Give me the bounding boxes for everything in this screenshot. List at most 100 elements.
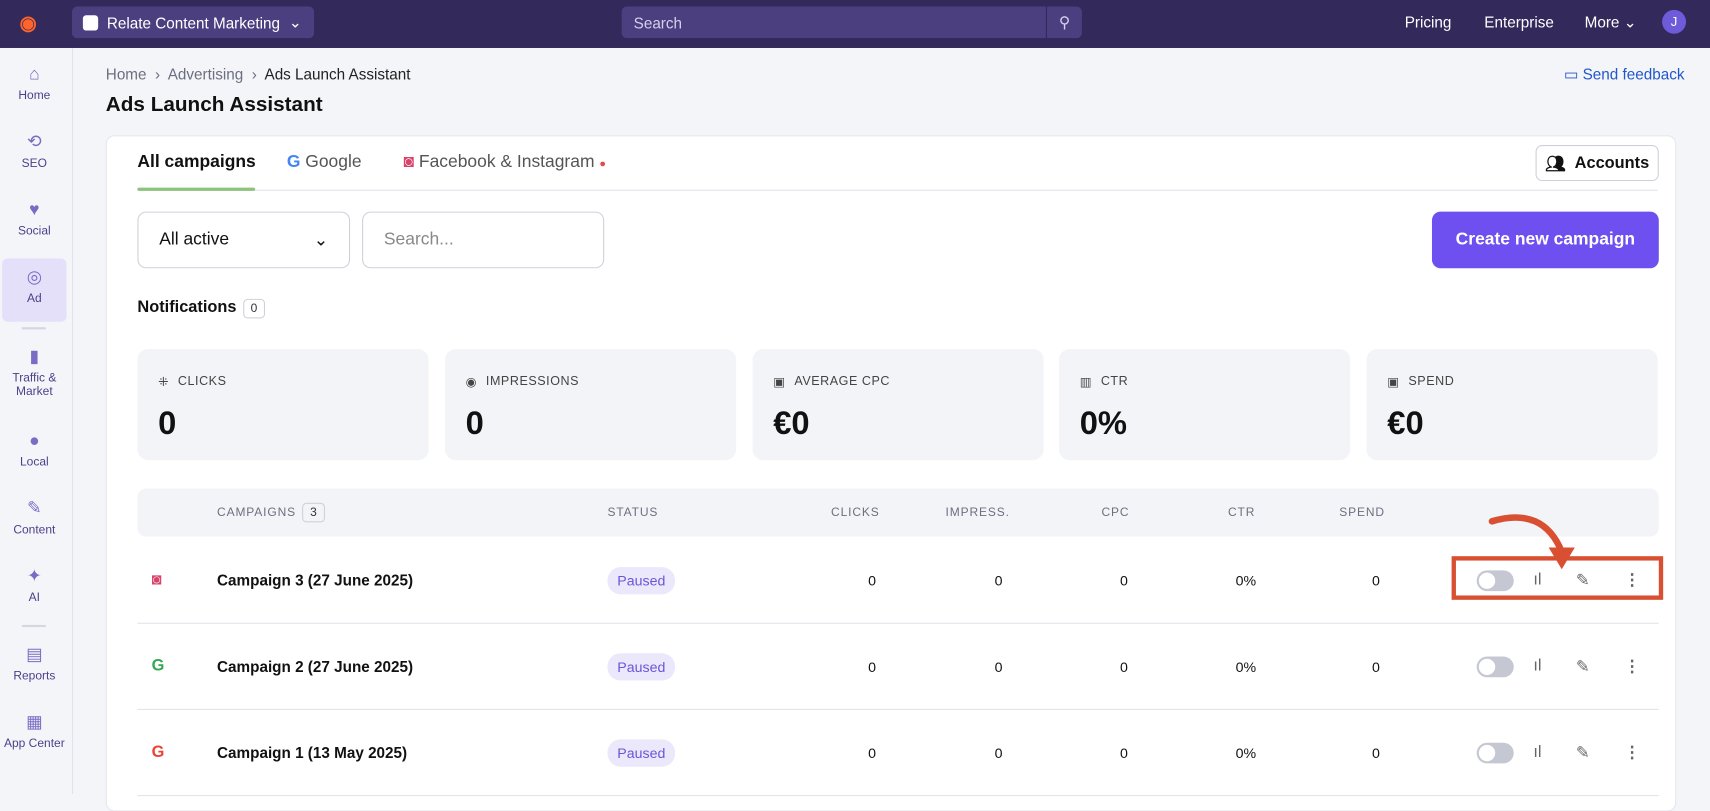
stats-icon[interactable]: ıl [1533, 743, 1541, 762]
semrush-logo-icon[interactable]: ◉ [20, 12, 37, 35]
chevron-down-icon: ⌄ [288, 13, 302, 31]
search-placeholder: Search... [383, 230, 454, 249]
nav-more[interactable]: More ⌄ [1585, 13, 1637, 32]
metric-value: €0 [1387, 405, 1424, 442]
breadcrumb-advertising[interactable]: Advertising [168, 65, 244, 82]
ctr-value: 0% [1235, 744, 1257, 762]
sidebar-item-content[interactable]: ✎ Content [2, 499, 66, 536]
table-header [137, 488, 1659, 537]
users-icon: 👥︎ [1545, 154, 1566, 173]
facebook-instagram-icon: ◙ [151, 570, 162, 589]
apps-icon: ▦ [26, 713, 43, 732]
cpc-value: 0 [1120, 744, 1128, 762]
status-badge: Paused [607, 567, 676, 595]
stats-icon[interactable]: ıl [1533, 657, 1541, 676]
clicks-value: 0 [868, 658, 877, 676]
project-selector[interactable]: Relate Content Marketing ⌄ [71, 6, 315, 39]
sidebar-item-ai[interactable]: ✦ AI [2, 567, 66, 604]
impressions-value: 0 [994, 744, 1003, 762]
sidebar-item-traffic[interactable]: ▮ Traffic & Market [2, 348, 66, 398]
accounts-button[interactable]: 👥︎ Accounts [1535, 145, 1659, 182]
edit-icon[interactable]: ✎ [1576, 743, 1590, 763]
tab-label: Facebook & Instagram [418, 152, 595, 172]
metric-label: IMPRESSIONS [485, 375, 580, 389]
sidebar-label: Home [18, 89, 51, 103]
status-filter-select[interactable]: All active ⌄ [137, 211, 351, 269]
edit-icon[interactable]: ✎ [1576, 657, 1590, 677]
notifications-label: Notifications [137, 297, 237, 317]
column-header-clicks[interactable]: CLICKS [831, 506, 880, 519]
metric-clicks: ⁜ CLICKS 0 [137, 348, 429, 461]
search-icon[interactable]: ⚲ [1045, 6, 1082, 39]
more-options-icon[interactable]: ⋮ [1624, 657, 1640, 677]
avatar[interactable]: J [1662, 9, 1687, 34]
search-placeholder: Search [633, 13, 683, 32]
column-header-campaigns[interactable]: CAMPAIGNS 3 [217, 502, 326, 523]
sidebar-item-app-center[interactable]: ▦ App Center [2, 713, 66, 750]
send-feedback-link[interactable]: ▭ Send feedback [1564, 65, 1685, 84]
cpc-value: 0 [1120, 658, 1128, 676]
social-icon: ♥ [29, 200, 40, 220]
impressions-value: 0 [994, 658, 1003, 676]
chevron-down-icon: ⌄ [313, 231, 329, 250]
more-options-icon[interactable]: ⋮ [1624, 743, 1640, 763]
sidebar-item-social[interactable]: ♥ Social [2, 201, 66, 238]
sidebar-divider [21, 327, 46, 330]
campaign-search-input[interactable]: Search... [362, 211, 605, 269]
annotation-arrow-icon [1488, 514, 1575, 570]
sidebar-label: Reports [13, 669, 56, 683]
sidebar-item-ad[interactable]: ◎ Ad [2, 258, 67, 322]
column-header-impressions[interactable]: IMPRESS. [946, 506, 1010, 519]
top-bar: ◉ Relate Content Marketing ⌄ Search ⚲ Pric… [0, 0, 1710, 48]
money-icon: ▣ [1387, 376, 1400, 390]
spend-value: 0 [1371, 744, 1380, 762]
sidebar-item-seo[interactable]: ⟲ SEO [2, 133, 66, 170]
campaign-toggle[interactable] [1476, 656, 1514, 678]
chart-icon: ▮ [29, 347, 40, 367]
nav-pricing[interactable]: Pricing [1405, 13, 1452, 30]
sidebar-divider [21, 624, 46, 628]
cpc-value: 0 [1120, 572, 1128, 589]
sidebar-item-local[interactable]: ● Local [2, 432, 66, 469]
status-filter-value: All active [159, 230, 230, 249]
active-tab-indicator [137, 187, 256, 191]
status-badge: Paused [607, 653, 676, 681]
sidebar-label: Ad [27, 292, 42, 306]
status-badge: Paused [607, 739, 676, 767]
tab-all-campaigns[interactable]: All campaigns [137, 153, 255, 173]
metric-spend: ▣ SPEND €0 [1366, 348, 1658, 461]
nav-more-label: More [1584, 13, 1620, 31]
project-icon [82, 14, 99, 30]
ctr-value: 0% [1235, 572, 1257, 589]
campaign-count: 3 [302, 502, 326, 523]
sidebar-label: App Center [4, 737, 65, 751]
sparkle-icon: ✦ [27, 567, 42, 586]
tab-facebook-instagram[interactable]: ◙ Facebook & Instagram ● [404, 153, 606, 173]
campaign-name[interactable]: Campaign 2 (27 June 2025) [217, 658, 413, 675]
pin-icon: ● [29, 431, 40, 451]
page-title: Ads Launch Assistant [105, 93, 323, 117]
nav-enterprise[interactable]: Enterprise [1484, 13, 1554, 30]
metric-value: 0 [465, 405, 484, 442]
create-campaign-button[interactable]: Create new campaign [1431, 211, 1659, 269]
campaign-name[interactable]: Campaign 3 (27 June 2025) [217, 571, 413, 588]
campaign-name[interactable]: Campaign 1 (13 May 2025) [217, 744, 407, 761]
column-header-cpc[interactable]: CPC [1102, 506, 1130, 519]
column-header-spend[interactable]: SPEND [1339, 506, 1385, 519]
impressions-value: 0 [994, 572, 1003, 589]
global-search-input[interactable]: Search ⚲ [621, 6, 1082, 39]
sidebar-item-reports[interactable]: ▤ Reports [2, 646, 66, 683]
campaign-toggle[interactable] [1476, 742, 1514, 764]
column-header-ctr[interactable]: CTR [1228, 506, 1255, 519]
tab-google[interactable]: G Google [287, 153, 362, 173]
sidebar-label: Local [20, 455, 49, 469]
column-header-status[interactable]: STATUS [607, 506, 658, 519]
metric-impressions: ◉ IMPRESSIONS 0 [444, 348, 737, 461]
sidebar-item-home[interactable]: ⌂ Home [2, 65, 66, 102]
google-search-icon: G [151, 656, 165, 676]
money-icon: ▣ [773, 376, 786, 390]
breadcrumb-home[interactable]: Home [106, 65, 147, 82]
google-pmax-icon: G [151, 742, 165, 762]
google-icon: G [286, 152, 301, 172]
metric-value: 0% [1079, 405, 1127, 442]
